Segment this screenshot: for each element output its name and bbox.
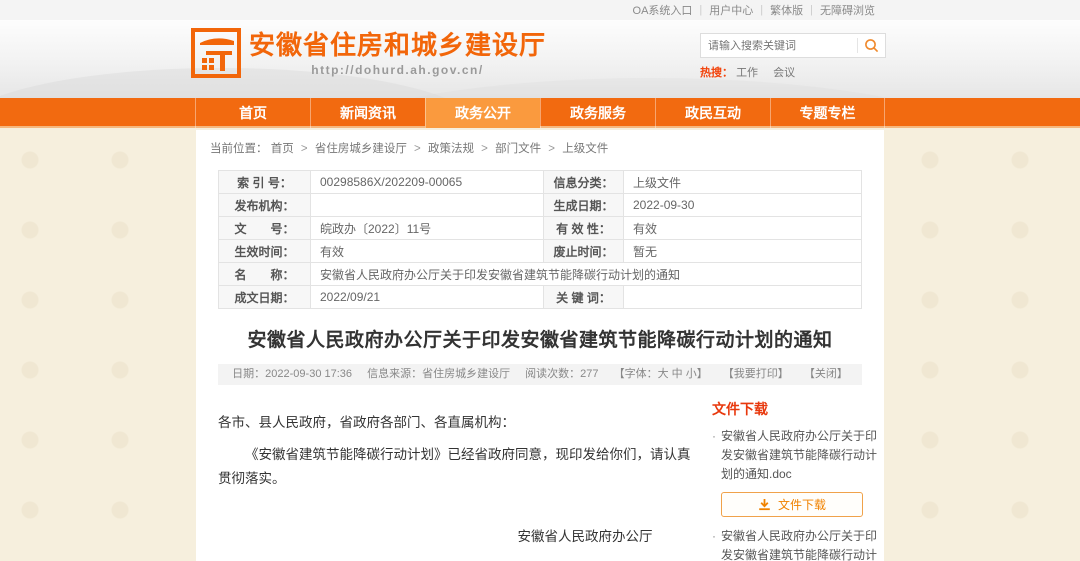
magnifier-icon <box>864 38 879 53</box>
hot-search-link-meeting[interactable]: 会议 <box>773 67 795 79</box>
site-title: 安徽省住房和城乡建设厅 <box>249 29 546 61</box>
table-row: 发布机构： 生成日期： 2022-09-30 <box>219 194 862 217</box>
site-url: http://dohurd.ah.gov.cn/ <box>249 63 546 77</box>
topbar-link-user-center[interactable]: 用户中心 <box>709 2 753 18</box>
close-button[interactable]: 【关闭】 <box>804 368 848 380</box>
download-button-doc[interactable]: 文件下载 <box>721 492 863 517</box>
content-panel: 当前位置： 首页 > 省住房城乡建设厅 > 政策法规 > 部门文件 > 上级文件… <box>196 130 884 561</box>
written-date-value: 2022/09/21 <box>311 286 544 309</box>
brand-text: 安徽省住房和城乡建设厅 http://dohurd.ah.gov.cn/ <box>249 27 546 79</box>
nav-item-special-columns[interactable]: 专题专栏 <box>770 98 885 128</box>
nav-item-gov-services[interactable]: 政务服务 <box>540 98 655 128</box>
article-paragraph-salutation: 各市、县人民政府，省政府各部门、各直属机构： <box>218 411 696 435</box>
generated-date-label: 生成日期： <box>544 194 624 217</box>
topbar-link-oa[interactable]: OA系统入口 <box>633 2 693 18</box>
validity-value: 有效 <box>624 217 862 240</box>
download-button-label: 文件下载 <box>778 496 826 513</box>
issuing-agency-label: 发布机构： <box>219 194 311 217</box>
article-source: 信息来源：省住房城乡建设厅 <box>367 368 510 380</box>
search-area: 热搜： 工作 会议 <box>700 33 886 80</box>
site-brand[interactable]: 安徽省住房和城乡建设厅 http://dohurd.ah.gov.cn/ <box>190 27 546 79</box>
site-logo-icon <box>190 27 242 79</box>
nav-item-gov-disclosure[interactable]: 政务公开 <box>425 98 540 128</box>
download-section-title: 文件下载 <box>712 399 884 419</box>
print-button[interactable]: 【我要打印】 <box>723 368 789 380</box>
document-info-table: 索 引 号： 00298586X/202209-00065 信息分类： 上级文件… <box>218 170 862 309</box>
breadcrumb-separator: > <box>414 143 421 155</box>
signature-date: 2022年9月21日 <box>490 557 680 561</box>
signature-block: 安徽省人民政府办公厅 2022年9月21日 <box>490 525 680 561</box>
table-row: 生效时间： 有效 废止时间： 暂无 <box>219 240 862 263</box>
topbar-separator: | <box>810 4 813 16</box>
document-number-value: 皖政办〔2022〕11号 <box>311 217 544 240</box>
topbar-separator: | <box>760 4 763 16</box>
table-row: 成文日期： 2022/09/21 关 键 词： <box>219 286 862 309</box>
repeal-time-value: 暂无 <box>624 240 862 263</box>
table-row: 文 号： 皖政办〔2022〕11号 有 效 性： 有效 <box>219 217 862 240</box>
article-paragraph-main: 《安徽省建筑节能降碳行动计划》已经省政府同意，现印发给你们，请认真贯彻落实。 <box>218 443 696 491</box>
info-category-value: 上级文件 <box>624 171 862 194</box>
article-title: 安徽省人民政府办公厅关于印发安徽省建筑节能降碳行动计划的通知 <box>226 325 854 352</box>
effective-time-value: 有效 <box>311 240 544 263</box>
site-header: 安徽省住房和城乡建设厅 http://dohurd.ah.gov.cn/ 热搜：… <box>0 20 1080 98</box>
keywords-value <box>624 286 862 309</box>
document-number-label: 文 号： <box>219 217 311 240</box>
table-row: 索 引 号： 00298586X/202209-00065 信息分类： 上级文件 <box>219 171 862 194</box>
effective-time-label: 生效时间： <box>219 240 311 263</box>
index-number-value: 00298586X/202209-00065 <box>311 171 544 194</box>
topbar-link-traditional[interactable]: 繁体版 <box>770 2 803 18</box>
signature-office: 安徽省人民政府办公厅 <box>490 525 680 545</box>
breadcrumb-separator: > <box>301 143 308 155</box>
breadcrumb-separator: > <box>548 143 555 155</box>
breadcrumb-superior-files[interactable]: 上级文件 <box>562 143 608 155</box>
keywords-label: 关 键 词： <box>544 286 624 309</box>
document-name-label: 名 称： <box>219 263 311 286</box>
breadcrumb-prefix: 当前位置： <box>210 143 268 155</box>
breadcrumb: 当前位置： 首页 > 省住房城乡建设厅 > 政策法规 > 部门文件 > 上级文件 <box>196 130 884 162</box>
issuing-agency-value <box>311 194 544 217</box>
nav-item-interaction[interactable]: 政民互动 <box>655 98 770 128</box>
breadcrumb-dept-files[interactable]: 部门文件 <box>495 143 541 155</box>
top-utility-bar: OA系统入口 | 用户中心 | 繁体版 | 无障碍浏览 <box>0 0 1080 20</box>
article-read-count: 阅读次数：277 <box>525 368 598 380</box>
hot-search-label: 热搜： <box>700 67 733 79</box>
content-row: 各市、县人民政府，省政府各部门、各直属机构： 《安徽省建筑节能降碳行动计划》已经… <box>196 385 884 561</box>
breadcrumb-department[interactable]: 省住房城乡建设厅 <box>315 143 407 155</box>
article-meta-bar: 日期：2022-09-30 17:36 信息来源：省住房城乡建设厅 阅读次数：2… <box>218 364 862 385</box>
download-file-pdf[interactable]: 安徽省人民政府办公厅关于印发安徽省建筑节能降碳行动计划的通知.pdf <box>712 527 884 561</box>
download-icon <box>758 498 771 511</box>
nav-item-news[interactable]: 新闻资讯 <box>310 98 425 128</box>
topbar-link-accessibility[interactable]: 无障碍浏览 <box>820 2 875 18</box>
index-number-label: 索 引 号： <box>219 171 311 194</box>
table-row: 名 称： 安徽省人民政府办公厅关于印发安徽省建筑节能降碳行动计划的通知 <box>219 263 862 286</box>
article-date: 日期：2022-09-30 17:36 <box>232 368 352 380</box>
info-category-label: 信息分类： <box>544 171 624 194</box>
search-input[interactable] <box>701 40 857 52</box>
main-nav: 首页 新闻资讯 政务公开 政务服务 政民互动 专题专栏 <box>0 98 1080 128</box>
article-body: 各市、县人民政府，省政府各部门、各直属机构： 《安徽省建筑节能降碳行动计划》已经… <box>218 395 696 561</box>
topbar-separator: | <box>699 4 702 16</box>
font-size-control[interactable]: 【字体：大 中 小】 <box>614 368 708 380</box>
document-name-value: 安徽省人民政府办公厅关于印发安徽省建筑节能降碳行动计划的通知 <box>311 263 862 286</box>
repeal-time-label: 废止时间： <box>544 240 624 263</box>
written-date-label: 成文日期： <box>219 286 311 309</box>
hot-search-row: 热搜： 工作 会议 <box>700 64 886 80</box>
download-file-doc[interactable]: 安徽省人民政府办公厅关于印发安徽省建筑节能降碳行动计划的通知.doc <box>712 427 884 484</box>
breadcrumb-separator: > <box>481 143 488 155</box>
generated-date-value: 2022-09-30 <box>624 194 862 217</box>
search-button[interactable] <box>858 34 885 57</box>
validity-label: 有 效 性： <box>544 217 624 240</box>
download-sidebar: 文件下载 安徽省人民政府办公厅关于印发安徽省建筑节能降碳行动计划的通知.doc … <box>712 395 884 561</box>
breadcrumb-policies[interactable]: 政策法规 <box>428 143 474 155</box>
breadcrumb-home[interactable]: 首页 <box>271 143 294 155</box>
nav-item-home[interactable]: 首页 <box>195 98 310 128</box>
hot-search-link-work[interactable]: 工作 <box>736 67 758 79</box>
search-box <box>700 33 886 58</box>
main-nav-inner: 首页 新闻资讯 政务公开 政务服务 政民互动 专题专栏 <box>195 98 885 128</box>
